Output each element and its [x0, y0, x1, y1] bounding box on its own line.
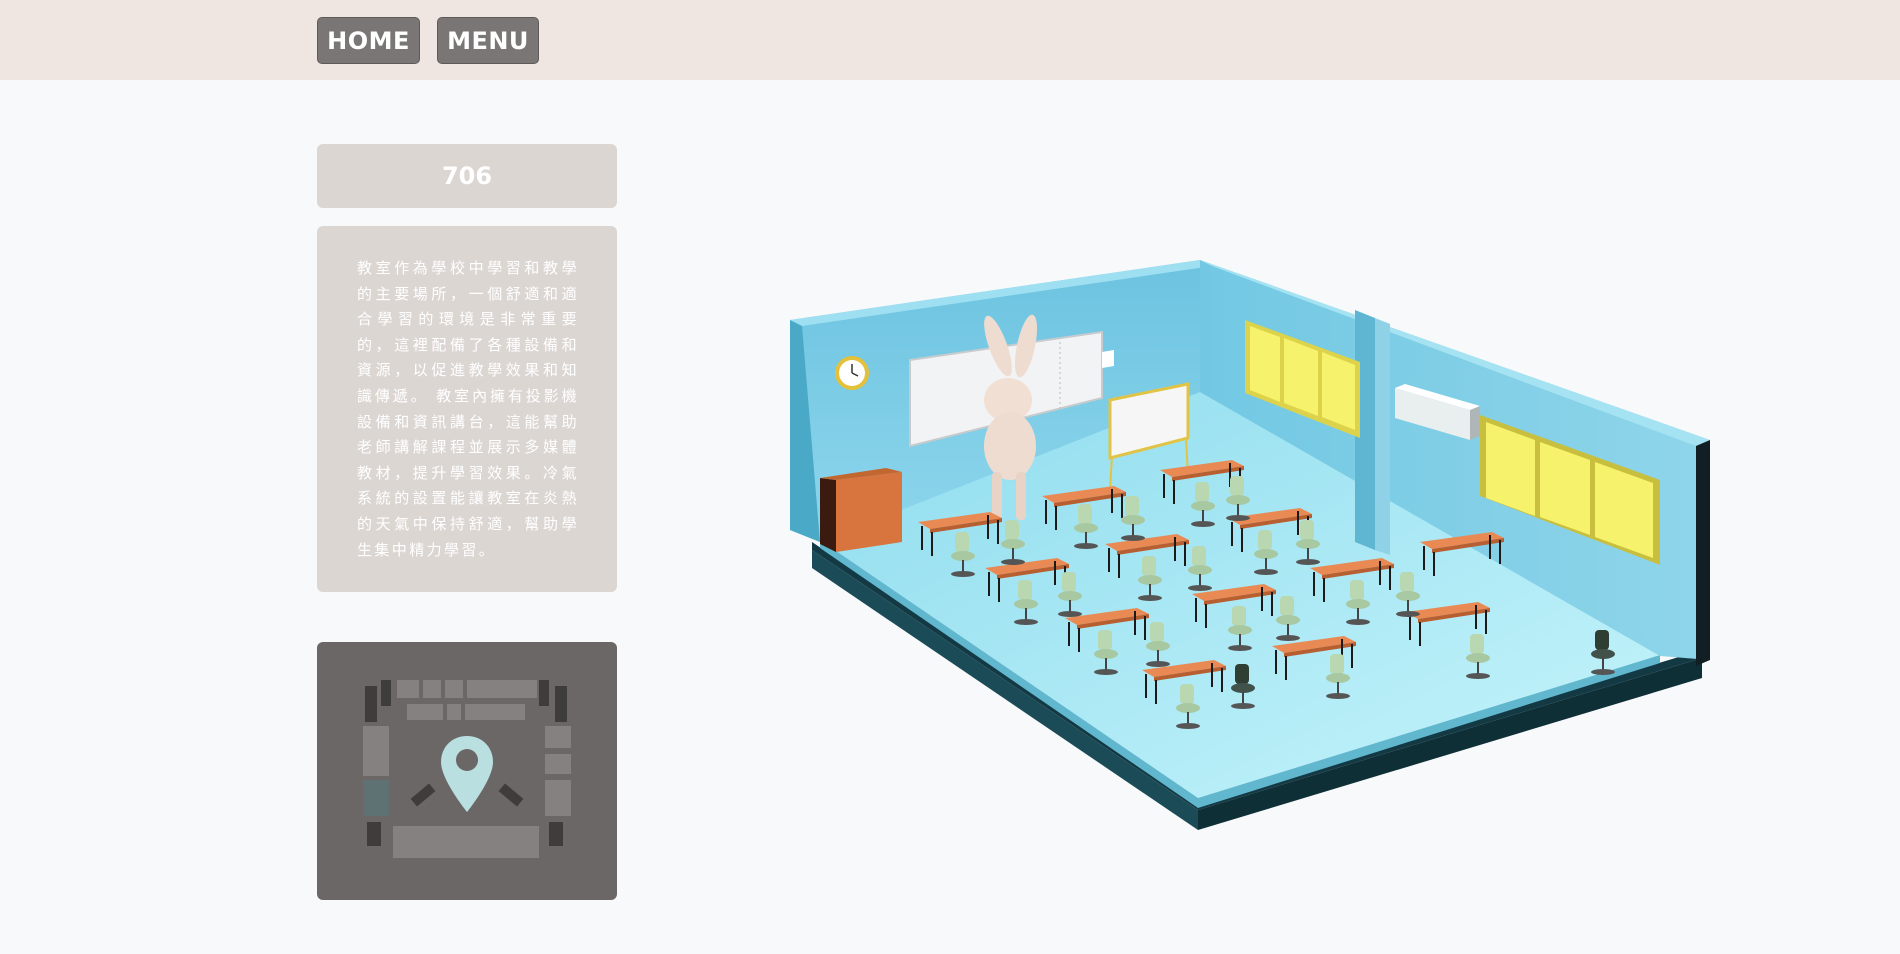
- teacher-podium: [820, 468, 902, 552]
- home-button[interactable]: HOME: [317, 17, 420, 64]
- wall-clock: [835, 356, 869, 390]
- location-pin-icon: [441, 736, 493, 812]
- floor-map-thumbnail[interactable]: [317, 642, 617, 900]
- menu-button[interactable]: MENU: [437, 17, 539, 64]
- floor-map-graphic: [363, 680, 571, 858]
- top-navigation-bar: HOME MENU: [0, 0, 1900, 80]
- room-description-text: 教室作為學校中學習和教學的主要場所，一個舒適和適合學習的環境是非常重要的，這裡配…: [357, 259, 579, 559]
- room-number-title: 706: [317, 144, 617, 208]
- classroom-3d-scene[interactable]: [780, 250, 1720, 850]
- room-description-panel: 教室作為學校中學習和教學的主要場所，一個舒適和適合學習的環境是非常重要的，這裡配…: [317, 226, 617, 592]
